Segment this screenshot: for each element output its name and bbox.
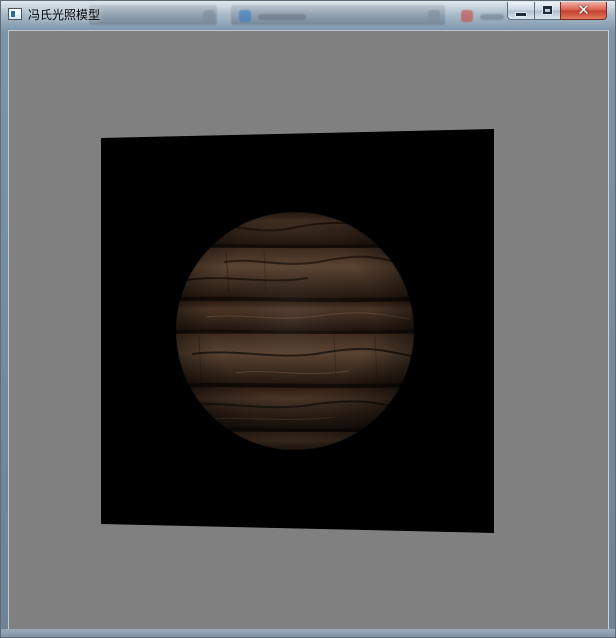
opengl-render-area[interactable]: [8, 30, 609, 631]
background-icon-blur-left: [203, 10, 215, 22]
close-button[interactable]: ✕: [560, 2, 607, 20]
window-title: 冯氏光照模型: [28, 8, 101, 22]
close-icon: ✕: [577, 1, 590, 19]
background-icon-blur-middle-right: [428, 10, 440, 22]
background-text-blur-right: [480, 14, 504, 20]
window-caption-buttons: ✕: [507, 2, 607, 21]
minimize-button[interactable]: [507, 2, 534, 20]
title-bar[interactable]: 冯氏光照模型 ✕: [1, 1, 615, 29]
maximize-icon: [543, 6, 552, 14]
rendered-scene: [101, 129, 494, 533]
application-window-icon[interactable]: [8, 8, 22, 20]
window-bottom-border: [1, 629, 615, 637]
application-window: 冯氏光照模型 ✕: [0, 0, 616, 638]
minimize-icon: [516, 13, 526, 16]
background-text-blur-middle: [258, 14, 306, 20]
maximize-button[interactable]: [534, 2, 560, 20]
background-taskbar-blur-left: [89, 5, 217, 25]
background-icon-blur-red: [461, 10, 473, 22]
background-icon-blur-blue: [239, 10, 251, 22]
